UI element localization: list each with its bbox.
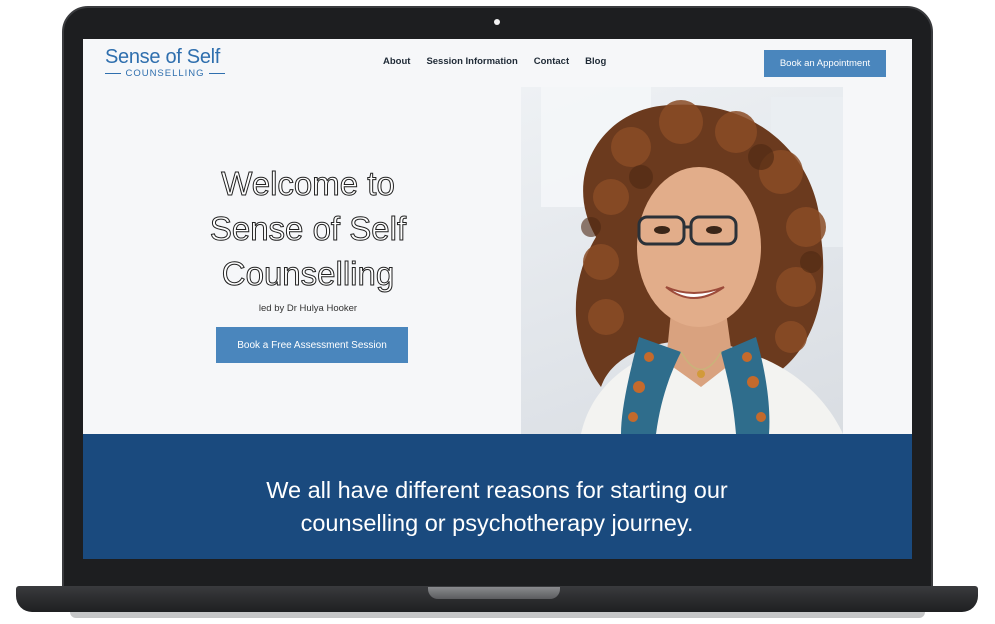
intro-statement-line: We all have different reasons for starti… xyxy=(266,477,728,503)
laptop-shadow xyxy=(70,612,925,618)
hero-title-line: Welcome to xyxy=(221,165,396,203)
logo-name: Sense of Self xyxy=(105,46,221,68)
nav-item-session-information[interactable]: Session Information xyxy=(426,56,517,67)
intro-statement-line: counselling or psychotherapy journey. xyxy=(300,510,694,536)
logo-divider xyxy=(208,73,226,74)
logo-divider xyxy=(105,73,122,74)
hero-title: Welcome to Sense of Self Counselling xyxy=(173,161,443,296)
nav-item-contact[interactable]: Contact xyxy=(534,56,569,67)
nav-item-blog[interactable]: Blog xyxy=(585,56,606,67)
laptop-base-notch xyxy=(428,587,560,599)
nav-item-about[interactable]: About xyxy=(383,56,410,67)
hero-title-line: Sense of Self xyxy=(209,210,407,248)
intro-statement: We all have different reasons for starti… xyxy=(197,474,797,540)
book-appointment-button[interactable]: Book an Appointment xyxy=(764,50,886,77)
counsellor-portrait-image xyxy=(521,87,843,434)
hero-title-line: Counselling xyxy=(221,255,395,293)
main-nav: About Session Information Contact Blog xyxy=(383,56,606,67)
intro-band: We all have different reasons for starti… xyxy=(83,434,912,559)
site-logo[interactable]: Sense of Self COUNSELLING xyxy=(105,45,226,79)
camera-icon xyxy=(494,19,500,25)
logo-tagline: COUNSELLING xyxy=(125,68,205,79)
portrait-illustration xyxy=(541,87,843,434)
laptop-screen: Sense of Self COUNSELLING About Session … xyxy=(83,39,912,559)
book-free-assessment-button[interactable]: Book a Free Assessment Session xyxy=(216,327,408,363)
hero-subtitle: led by Dr Hulya Hooker xyxy=(258,303,358,314)
logo-tagline-row: COUNSELLING xyxy=(105,68,226,79)
